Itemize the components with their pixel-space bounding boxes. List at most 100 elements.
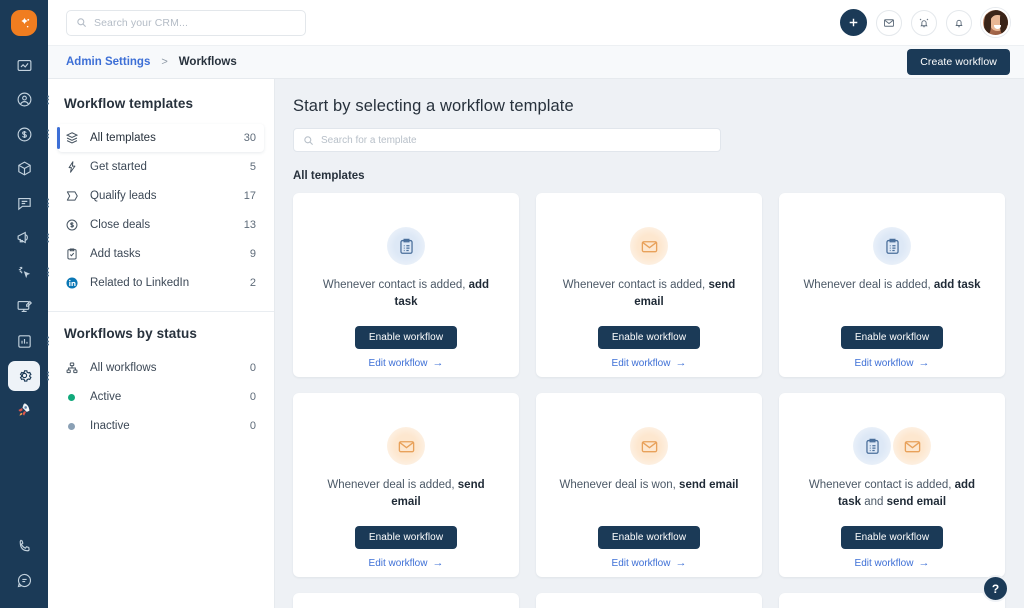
- sidebar-label: Close deals: [90, 219, 151, 231]
- rail-item-contacts[interactable]: [8, 85, 49, 115]
- user-avatar[interactable]: [981, 8, 1010, 37]
- template-card[interactable]: Whenever deal is added, add task Enable …: [779, 193, 1005, 377]
- breadcrumb-admin-settings[interactable]: Admin Settings: [66, 56, 150, 68]
- enable-workflow-button[interactable]: Enable workflow: [597, 326, 701, 349]
- edit-workflow-link[interactable]: Edit workflow →: [855, 358, 930, 377]
- edit-workflow-label: Edit workflow: [611, 558, 671, 569]
- rail-item-rocket[interactable]: [8, 395, 40, 425]
- enable-workflow-button[interactable]: Enable workflow: [840, 526, 944, 549]
- card-text-strong-2: send email: [886, 495, 947, 508]
- rail-dots: [47, 371, 49, 380]
- rail-item-support-chat[interactable]: [8, 566, 40, 596]
- page-body: Workflow templates All templates 30 Get …: [48, 79, 1024, 608]
- edit-workflow-link[interactable]: Edit workflow →: [855, 558, 930, 577]
- sidebar-label: Inactive: [90, 420, 130, 432]
- gray-dot-icon: [65, 422, 85, 430]
- sidebar-item-add-tasks[interactable]: Add tasks 9: [58, 240, 264, 268]
- arrow-right-icon: →: [675, 557, 687, 569]
- primary-nav-rail: [0, 0, 49, 608]
- template-card[interactable]: Whenever contact is added, add task Enab…: [293, 193, 519, 377]
- app-body: Search your CRM... Admin Settings > Work…: [48, 0, 1024, 608]
- rail-item-dashboard[interactable]: [8, 50, 40, 80]
- sidebar-label: Add tasks: [90, 248, 141, 260]
- card-text-strong: add task: [933, 279, 981, 291]
- dollar-icon: [65, 218, 85, 232]
- email-icon: [387, 427, 425, 465]
- sidebar-label: All templates: [90, 132, 156, 144]
- sidebar-count: 0: [249, 391, 256, 403]
- rail-item-automation[interactable]: [8, 257, 49, 287]
- rail-item-marketing[interactable]: [8, 223, 49, 253]
- alarm-icon[interactable]: [911, 9, 937, 36]
- template-card[interactable]: Whenever contact is added, add task and …: [779, 393, 1005, 577]
- arrow-right-icon: →: [918, 357, 930, 369]
- edit-workflow-link[interactable]: Edit workflow →: [369, 358, 444, 377]
- add-button[interactable]: [840, 9, 867, 36]
- search-icon: [77, 18, 87, 28]
- template-card[interactable]: [536, 593, 762, 608]
- enable-workflow-button[interactable]: Enable workflow: [840, 326, 944, 349]
- edit-workflow-link[interactable]: Edit workflow →: [612, 558, 687, 577]
- sidebar-item-related-to-linkedin[interactable]: Related to LinkedIn 2: [58, 269, 264, 297]
- card-description: Whenever deal is added, add task: [799, 277, 984, 294]
- card-icons: [630, 425, 668, 467]
- panel-title-status: Workflows by status: [64, 326, 197, 341]
- card-text-prefix: Whenever contact is added,: [562, 279, 709, 291]
- card-icons: [387, 225, 425, 267]
- breadcrumb-separator: >: [161, 56, 168, 68]
- green-dot-icon: [65, 393, 85, 401]
- sidebar-item-active[interactable]: Active 0: [58, 383, 264, 411]
- rail-item-deals[interactable]: [8, 119, 49, 149]
- sidebar-label: Get started: [90, 161, 147, 173]
- template-card[interactable]: Whenever deal is won, send email Enable …: [536, 393, 762, 577]
- notifications-icon[interactable]: [946, 9, 972, 36]
- org-chart-icon: [65, 361, 85, 375]
- rail-dots: [47, 336, 49, 346]
- task-icon: [387, 227, 425, 265]
- stack-icon: [65, 131, 85, 145]
- rail-item-settings[interactable]: [8, 360, 49, 391]
- template-card[interactable]: Whenever contact is added, send email En…: [536, 193, 762, 377]
- sidebar-count: 5: [249, 161, 256, 173]
- sidebar-item-close-deals[interactable]: Close deals 13: [58, 211, 264, 239]
- section-label-all-templates: All templates: [293, 170, 365, 182]
- card-text-strong: send email: [679, 479, 739, 491]
- template-card[interactable]: Whenever deal is added, send email Enabl…: [293, 393, 519, 577]
- enable-workflow-button[interactable]: Enable workflow: [597, 526, 701, 549]
- sidebar-item-get-started[interactable]: Get started 5: [58, 153, 264, 181]
- arrow-right-icon: →: [432, 557, 444, 569]
- sidebar-item-inactive[interactable]: Inactive 0: [58, 412, 264, 440]
- rail-item-phone[interactable]: [8, 531, 40, 561]
- crm-logo[interactable]: [11, 10, 37, 36]
- email-icon[interactable]: [876, 9, 902, 36]
- enable-workflow-button[interactable]: Enable workflow: [354, 526, 458, 549]
- sidebar-item-qualify-leads[interactable]: Qualify leads 17: [58, 182, 264, 210]
- help-button[interactable]: ?: [982, 575, 1009, 602]
- rail-item-list: [0, 50, 49, 430]
- email-icon: [630, 427, 668, 465]
- funnel-icon: [65, 189, 85, 203]
- rail-item-chat[interactable]: [8, 188, 49, 218]
- rail-item-reports[interactable]: [8, 326, 49, 356]
- edit-workflow-link[interactable]: Edit workflow →: [369, 558, 444, 577]
- arrow-right-icon: →: [918, 557, 930, 569]
- rail-item-forms[interactable]: [8, 292, 40, 322]
- panel-title-templates: Workflow templates: [64, 96, 194, 111]
- global-search-input[interactable]: Search your CRM...: [66, 9, 306, 36]
- sidebar-label: All workflows: [90, 362, 157, 374]
- sidebar-item-all-templates[interactable]: All templates 30: [57, 124, 264, 152]
- create-workflow-button[interactable]: Create workflow: [907, 49, 1010, 75]
- rail-item-products[interactable]: [8, 154, 40, 184]
- template-card[interactable]: [779, 593, 1005, 608]
- breadcrumb-bar: Admin Settings > Workflows Create workfl…: [48, 46, 1024, 79]
- arrow-right-icon: →: [675, 357, 687, 369]
- rail-dots: [47, 129, 49, 139]
- edit-workflow-link[interactable]: Edit workflow →: [612, 358, 687, 377]
- workflow-side-panel: Workflow templates All templates 30 Get …: [48, 79, 275, 608]
- sidebar-item-all-workflows[interactable]: All workflows 0: [58, 354, 264, 382]
- template-card[interactable]: [293, 593, 519, 608]
- enable-workflow-button[interactable]: Enable workflow: [354, 326, 458, 349]
- sidebar-label: Related to LinkedIn: [90, 277, 190, 289]
- sidebar-count: 13: [243, 219, 256, 231]
- template-search-input[interactable]: Search for a template: [293, 128, 721, 152]
